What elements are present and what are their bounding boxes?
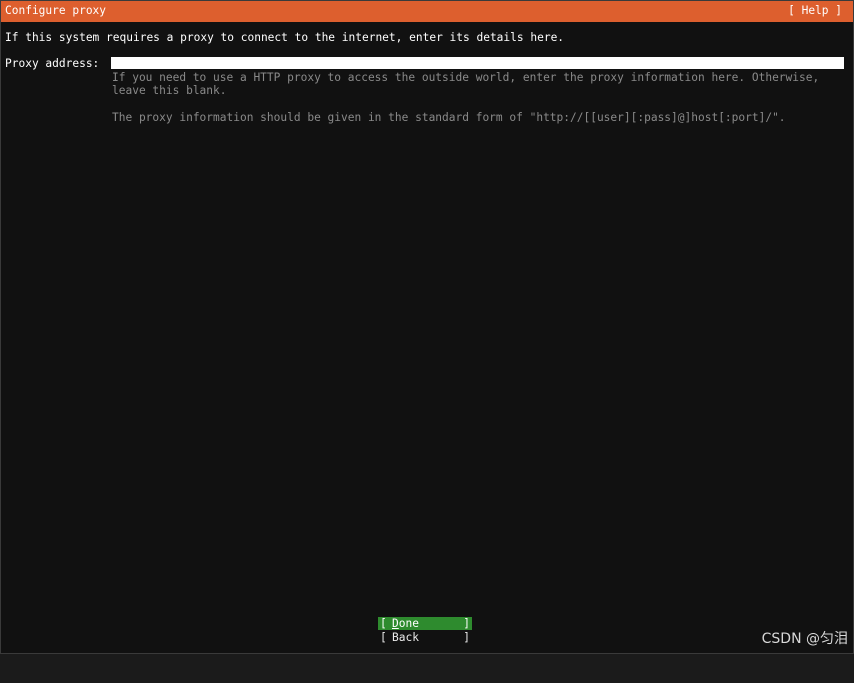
done-open-bracket: [ [380,617,387,630]
intro-text: If this system requires a proxy to conne… [5,31,565,44]
back-close-bracket: ] [463,631,470,644]
title-bar: Configure proxy [ Help ] [1,1,853,22]
screen-title: Configure proxy [5,4,107,17]
csdn-watermark: CSDN @匀泪 [761,631,848,647]
back-button[interactable]: [ Back ] [378,631,472,644]
installer-screen [0,0,854,654]
back-label: Back [392,631,419,644]
help-button[interactable]: [ Help ] [788,4,842,17]
proxy-format-hint: The proxy information should be given in… [112,111,786,124]
back-open-bracket: [ [380,631,387,644]
proxy-help-text-line-1: If you need to use a HTTP proxy to acces… [112,71,820,84]
done-button[interactable]: [ Done ] [378,617,472,630]
done-close-bracket: ] [463,617,470,630]
proxy-help-text-line-2: leave this blank. [112,84,227,97]
done-label: Done [392,617,419,630]
proxy-address-label: Proxy address: [5,57,100,70]
proxy-address-input[interactable] [111,57,844,69]
